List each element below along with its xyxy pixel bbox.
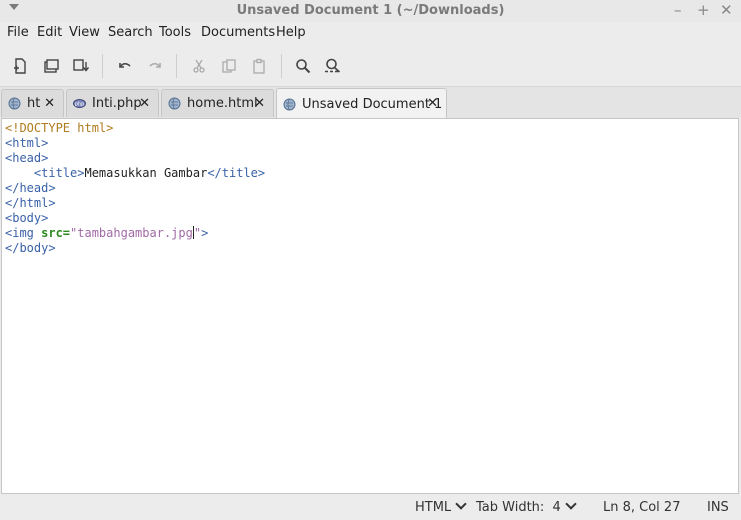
code-token: </body> xyxy=(5,241,56,255)
menu-bar: File Edit View Search Tools Documents He… xyxy=(0,22,741,46)
find-icon[interactable] xyxy=(291,54,315,78)
toolbar-separator xyxy=(176,54,177,78)
tab-width-selector[interactable]: Tab Width: 4 xyxy=(476,498,577,515)
close-tab-icon[interactable]: ✕ xyxy=(427,96,438,111)
insert-mode: INS xyxy=(707,500,729,515)
tab-home-html[interactable]: home.html ✕ xyxy=(161,89,274,117)
menu-help[interactable]: Help xyxy=(276,25,306,40)
window-title: Unsaved Document 1 (~/Downloads) xyxy=(236,3,505,18)
code-token: </title> xyxy=(207,166,266,180)
minimize-button[interactable]: – xyxy=(674,1,682,19)
code-token: Memasukkan Gambar xyxy=(84,166,208,180)
code-line: <title>Memasukkan Gambar</title> xyxy=(5,166,265,181)
tab-label: Inti.php xyxy=(92,96,142,111)
paste-icon[interactable] xyxy=(247,54,271,78)
code-token: > xyxy=(201,226,209,240)
code-line: <!DOCTYPE html> xyxy=(5,121,265,136)
menu-edit[interactable]: Edit xyxy=(37,25,62,40)
tab-inti-php[interactable]: php Inti.php ✕ xyxy=(66,89,159,117)
code-token: <img xyxy=(5,226,42,240)
html-file-icon xyxy=(168,97,181,110)
code-token: "tambahgambar.jpg xyxy=(70,226,193,240)
chevron-down-icon xyxy=(565,498,577,510)
php-file-icon: php xyxy=(73,99,86,108)
cursor-position: Ln 8, Col 27 xyxy=(603,500,681,515)
code-line: <img src="tambahgambar.jpg"> xyxy=(5,226,265,241)
code-line: </head> xyxy=(5,181,265,196)
toolbar xyxy=(0,46,741,87)
title-bar: Unsaved Document 1 (~/Downloads) – + ✕ xyxy=(0,0,741,22)
close-tab-icon[interactable]: ✕ xyxy=(254,96,265,111)
new-document-icon[interactable] xyxy=(8,54,32,78)
svg-text:php: php xyxy=(75,102,85,108)
code-token: src= xyxy=(41,226,71,240)
menu-tools[interactable]: Tools xyxy=(159,25,191,40)
tab-unsaved-document-1[interactable]: Unsaved Document 1 ✕ xyxy=(276,88,447,119)
tab-ht[interactable]: ht ✕ xyxy=(1,89,64,117)
code-token: <head> xyxy=(5,151,49,165)
find-replace-icon[interactable] xyxy=(321,54,345,78)
save-icon[interactable] xyxy=(69,54,93,78)
language-selector[interactable]: HTML xyxy=(415,498,467,515)
code-token: </html> xyxy=(5,196,56,210)
menu-search[interactable]: Search xyxy=(108,25,153,40)
maximize-button[interactable]: + xyxy=(697,1,710,19)
tab-label: ht xyxy=(27,96,41,111)
code-token: <body> xyxy=(5,211,49,225)
menu-documents[interactable]: Documents xyxy=(201,25,275,40)
code-token: <!DOCTYPE html> xyxy=(5,121,114,135)
copy-icon[interactable] xyxy=(217,54,241,78)
chevron-down-icon xyxy=(455,498,467,510)
html-file-icon xyxy=(283,98,296,110)
toolbar-separator xyxy=(281,54,282,78)
code-token: <html> xyxy=(5,136,49,150)
redo-icon[interactable] xyxy=(143,54,167,78)
code-token: <title> xyxy=(33,166,85,180)
undo-icon[interactable] xyxy=(113,54,137,78)
tab-label: Unsaved Document 1 xyxy=(302,96,443,112)
close-tab-icon[interactable]: ✕ xyxy=(44,96,55,111)
html-file-icon xyxy=(8,97,21,110)
code-content: <!DOCTYPE html> <html> <head> <title>Memas… xyxy=(5,121,265,256)
code-line: <html> xyxy=(5,136,265,151)
code-token: " xyxy=(193,226,202,240)
toolbar-separator xyxy=(102,54,103,78)
close-window-button[interactable]: ✕ xyxy=(720,1,733,19)
code-line: <body> xyxy=(5,211,265,226)
code-line: </body> xyxy=(5,241,265,256)
menu-file[interactable]: File xyxy=(7,25,29,40)
language-label: HTML xyxy=(415,500,452,515)
code-line: </html> xyxy=(5,196,265,211)
tab-width-label: Tab Width: 4 xyxy=(476,500,561,515)
menu-view[interactable]: View xyxy=(69,25,100,40)
code-token: </head> xyxy=(5,181,56,195)
code-line: <head> xyxy=(5,151,265,166)
status-bar: HTML Tab Width: 4 Ln 8, Col 27 INS xyxy=(0,495,741,520)
text-editor-area[interactable]: <!DOCTYPE html> <html> <head> <title>Memas… xyxy=(1,118,739,494)
close-tab-icon[interactable]: ✕ xyxy=(139,96,150,111)
tab-label: home.html xyxy=(187,96,258,111)
document-tab-bar: ht ✕ php Inti.php ✕ home.html ✕ Unsaved … xyxy=(0,87,741,119)
cut-icon[interactable] xyxy=(187,54,211,78)
open-icon[interactable] xyxy=(39,54,63,78)
